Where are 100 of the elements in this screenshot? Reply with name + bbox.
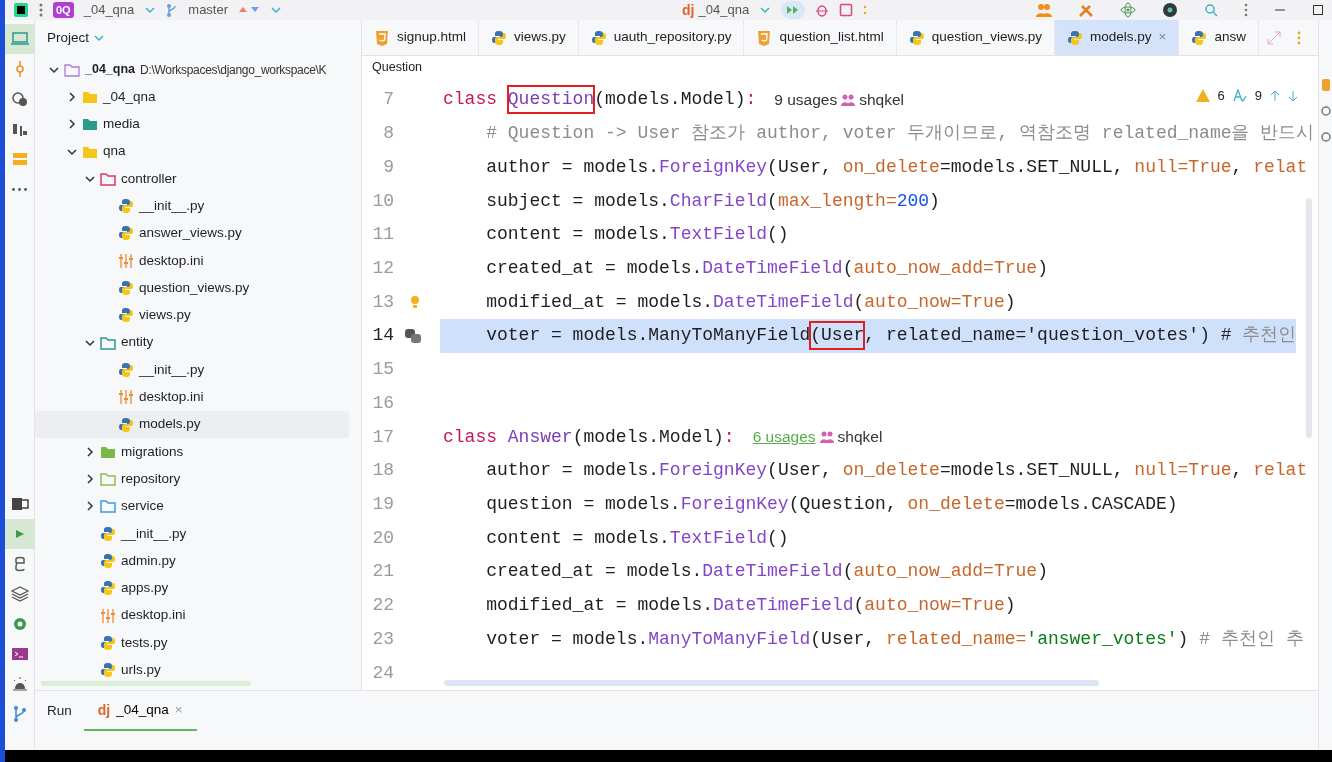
run-icon[interactable] — [781, 1, 806, 19]
line-number: 7 — [383, 88, 394, 112]
chevron-down-icon[interactable] — [85, 337, 95, 348]
typo-icon[interactable] — [1232, 89, 1247, 103]
tree-item[interactable]: urls.py — [35, 656, 349, 681]
author-name[interactable]: shqkel — [837, 425, 883, 449]
chevron-right-icon[interactable] — [85, 474, 95, 485]
tree-item[interactable]: desktop.ini — [35, 383, 349, 411]
tree-item[interactable]: __init__.py — [35, 192, 349, 220]
tree-item[interactable]: apps.py — [35, 574, 349, 602]
settings-file-icon — [118, 252, 134, 269]
branch-name[interactable]: master — [188, 0, 229, 20]
tree-item[interactable]: controller — [35, 165, 349, 193]
branch-icon[interactable] — [166, 3, 179, 17]
file-tab[interactable]: uauth_repository.py — [578, 20, 745, 55]
tree-item[interactable]: _04_qna — [35, 83, 349, 111]
expand-icon[interactable] — [1266, 30, 1281, 45]
menu-icon[interactable] — [39, 3, 43, 17]
maximize-icon[interactable] — [1312, 4, 1324, 16]
line-number: 23 — [372, 627, 394, 651]
code-line: # Question -> User 참조가 author, voter 두개이므로, 역참조명 related_name을 반드시 — [485, 122, 1315, 146]
tree-item[interactable]: admin.py — [35, 547, 349, 575]
chevron-right-icon[interactable] — [67, 91, 77, 102]
folder-icon — [64, 61, 80, 78]
learn-icon — [10, 90, 29, 108]
python-file-icon — [118, 416, 134, 433]
file-tab[interactable]: models.py × — [1055, 20, 1180, 55]
arrow-down-icon[interactable] — [1288, 89, 1298, 102]
more-icon[interactable] — [1244, 3, 1248, 17]
line-number: 18 — [372, 459, 394, 483]
arrow-up-icon[interactable] — [1270, 89, 1280, 102]
author-name[interactable]: shqkel — [859, 88, 904, 112]
html-file-icon — [374, 29, 390, 46]
tree-item[interactable]: entity — [35, 328, 349, 357]
html-file-icon — [756, 29, 773, 46]
tree-item[interactable]: migrations — [35, 438, 349, 466]
run-config-name[interactable]: _04_qna — [698, 0, 750, 20]
breadcrumb[interactable]: Question — [372, 57, 423, 77]
chevron-right-icon[interactable] — [67, 119, 77, 130]
record-icon[interactable] — [1162, 2, 1178, 18]
code-line: class Question(models.Model): — [440, 83, 757, 117]
tree-item[interactable]: desktop.ini — [35, 601, 349, 630]
settings-file-icon — [118, 389, 134, 406]
file-tab[interactable]: question_list.html — [744, 20, 897, 55]
run-icon — [15, 530, 24, 538]
chevron-right-icon[interactable] — [85, 501, 95, 512]
tree-item[interactable]: _04_qna D:\Workspaces\django_workspace\K — [35, 56, 361, 84]
lightbulb-icon[interactable] — [408, 294, 422, 311]
run-tab[interactable]: dj _04_qna × — [83, 691, 197, 731]
tree-item[interactable]: tests.py — [35, 629, 349, 657]
more-icon[interactable] — [1296, 30, 1301, 45]
code-line: subject = models.CharField(max_length=200) — [485, 189, 940, 213]
line-number: 11 — [372, 223, 394, 247]
chevron-down-icon[interactable] — [49, 64, 59, 75]
more-icon[interactable] — [863, 3, 868, 17]
file-tab[interactable]: answ — [1179, 20, 1259, 55]
tree-item[interactable]: desktop.ini — [35, 247, 349, 275]
tree-item[interactable]: service — [35, 492, 349, 521]
python-file-icon — [590, 29, 607, 46]
typo-count[interactable]: 9 — [1254, 86, 1262, 106]
search-icon[interactable] — [1204, 3, 1218, 17]
notification-icon[interactable] — [1320, 78, 1331, 92]
code-line: author = models.ForeignKey(User, on_delete=models.SET_NULL, null=True, relat — [485, 459, 1308, 483]
panel-title[interactable]: Run — [35, 691, 84, 731]
file-tab[interactable]: views.py — [479, 20, 579, 55]
chevron-right-icon[interactable] — [85, 446, 95, 457]
chevron-down-icon[interactable] — [85, 173, 95, 184]
tree-item[interactable]: views.py — [35, 301, 349, 329]
tree-item[interactable]: __init__.py — [35, 356, 349, 384]
tree-item[interactable]: media — [35, 110, 349, 138]
project-name[interactable]: _04_qna — [83, 0, 135, 20]
warning-count[interactable]: 6 — [1217, 86, 1225, 106]
code-line: class Answer(models.Model): — [442, 425, 735, 449]
tree-item[interactable]: qna — [35, 137, 349, 166]
tree-item[interactable]: __init__.py — [35, 520, 349, 548]
warning-icon[interactable] — [1195, 89, 1210, 103]
python-file-icon — [118, 225, 134, 242]
file-tab[interactable]: signup.html — [362, 20, 480, 55]
people-icon[interactable] — [1036, 3, 1052, 17]
stop-icon[interactable] — [839, 3, 854, 17]
tree-item[interactable]: answer_views.py — [35, 219, 349, 248]
python-file-icon — [491, 29, 508, 46]
config-logo: dj — [97, 700, 111, 720]
debug-icon[interactable] — [815, 3, 830, 17]
usages-link[interactable]: 9 usages — [774, 88, 838, 112]
line-number: 24 — [372, 661, 394, 685]
python-file-icon — [118, 307, 134, 324]
app-logo[interactable] — [13, 2, 29, 18]
python-file-icon — [118, 361, 134, 378]
panel-title[interactable]: Project — [47, 27, 90, 49]
tree-item[interactable]: repository — [35, 465, 349, 493]
comment-icon[interactable] — [404, 326, 422, 345]
atom-icon[interactable] — [1120, 2, 1136, 18]
horizontal-scrollbar[interactable] — [444, 680, 1099, 686]
tools-icon[interactable] — [1078, 2, 1094, 18]
chevron-down-icon[interactable] — [67, 146, 77, 157]
line-number: 14 — [372, 324, 394, 348]
vertical-scrollbar[interactable] — [1306, 198, 1312, 438]
folder-icon — [82, 116, 98, 133]
tree-item[interactable]: question_views.py — [35, 274, 349, 302]
